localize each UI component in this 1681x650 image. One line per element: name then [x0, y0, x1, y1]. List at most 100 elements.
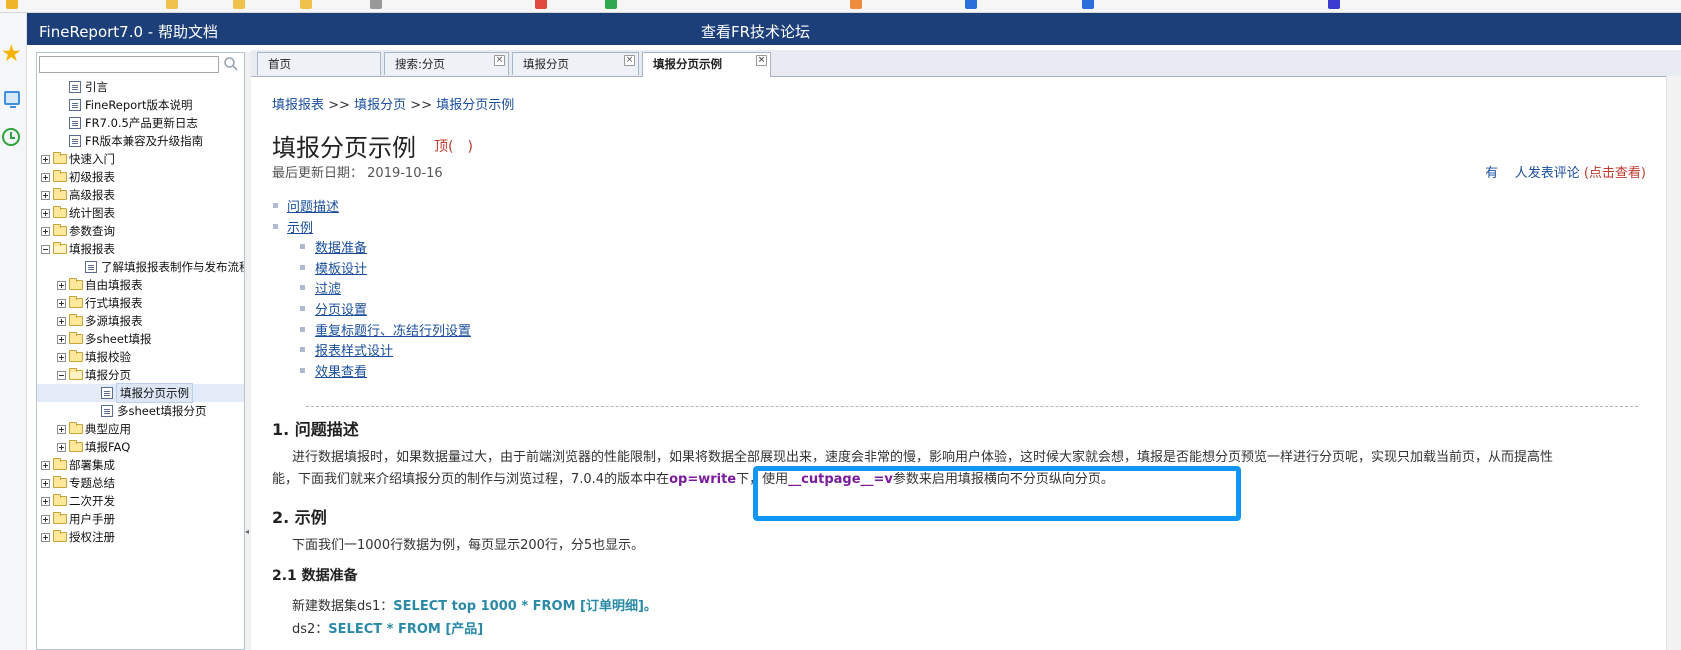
bookmark-icon[interactable]	[6, 0, 20, 9]
breadcrumb-item[interactable]: 填报分页	[354, 98, 406, 113]
expand-icon[interactable]	[41, 209, 50, 218]
tree-item-label: 多源填报表	[85, 314, 143, 328]
star-icon[interactable]: ★	[1, 43, 22, 66]
document-icon	[69, 99, 81, 111]
bookmark-icon[interactable]	[233, 0, 247, 9]
history-clock-icon[interactable]	[2, 128, 20, 146]
bookmark-icon[interactable]	[850, 0, 864, 9]
toc-link[interactable]: 模板设计	[315, 258, 367, 277]
tree-item[interactable]: 典型应用	[37, 420, 244, 438]
tree-item[interactable]: 多sheet填报	[37, 330, 244, 348]
collapse-icon[interactable]	[41, 245, 50, 254]
bookmark-icon[interactable]	[535, 0, 549, 9]
toc-link[interactable]: 问题描述	[287, 196, 339, 215]
article-content: 填报报表 >> 填报分页 >> 填报分页示例 填报分页示例 顶( ) 最后更新日…	[270, 78, 1666, 650]
sidebar-splitter[interactable]: ◂	[245, 52, 251, 650]
bullet-icon	[273, 223, 278, 229]
view-comments-link[interactable]: (点击查看)	[1584, 166, 1646, 181]
tree-item[interactable]: 用户手册	[37, 510, 244, 528]
close-icon[interactable]: ×	[624, 55, 635, 66]
breadcrumb-item[interactable]: 填报分页示例	[436, 98, 514, 113]
tree-item[interactable]: 参数查询	[37, 222, 244, 240]
comment-info: 有 人发表评论 (点击查看)	[1485, 162, 1646, 181]
last-updated: 最后更新日期： 2019-10-16	[272, 162, 443, 181]
tree-item[interactable]: 行式填报表	[37, 294, 244, 312]
tree-item[interactable]: 部署集成	[37, 456, 244, 474]
toc-link[interactable]: 效果查看	[315, 361, 367, 380]
folder-icon	[53, 530, 67, 542]
bookmark-icon[interactable]	[605, 0, 619, 9]
tree-item-label: 授权注册	[69, 530, 115, 544]
expand-icon[interactable]	[41, 191, 50, 200]
expand-icon[interactable]	[57, 335, 66, 344]
expand-icon[interactable]	[41, 497, 50, 506]
tree-item[interactable]: 填报报表	[37, 240, 244, 258]
bookmark-icon[interactable]	[300, 0, 314, 9]
sql-code: SELECT * FROM [产品]	[328, 622, 484, 637]
expand-icon[interactable]	[41, 227, 50, 236]
tab-fill-pagination[interactable]: 填报分页 ×	[512, 52, 639, 75]
search-input[interactable]	[39, 56, 219, 73]
tree-item[interactable]: FR版本兼容及升级指南	[37, 132, 244, 150]
tree-item-label: FR7.0.5产品更新日志	[85, 116, 198, 130]
tree-item[interactable]: 高级报表	[37, 186, 244, 204]
expand-icon[interactable]	[41, 479, 50, 488]
toc-link[interactable]: 过滤	[315, 278, 341, 297]
expand-icon[interactable]	[41, 173, 50, 182]
expand-icon[interactable]	[57, 317, 66, 326]
close-icon[interactable]: ×	[494, 55, 505, 66]
toc-link[interactable]: 示例	[287, 217, 313, 236]
section-heading: 2. 示例	[272, 508, 327, 527]
tree-item[interactable]: 授权注册	[37, 528, 244, 546]
toc-link[interactable]: 分页设置	[315, 299, 367, 318]
tree-item[interactable]: 填报FAQ	[37, 438, 244, 456]
tree-item[interactable]: 引言	[37, 78, 244, 96]
tab-fill-pagination-example[interactable]: 填报分页示例 ×	[642, 52, 771, 77]
toc-link[interactable]: 报表样式设计	[315, 340, 393, 359]
tree-item-label: 统计图表	[69, 206, 115, 220]
tree-item[interactable]: FR7.0.5产品更新日志	[37, 114, 244, 132]
monitor-icon[interactable]	[4, 91, 20, 108]
bookmark-icon[interactable]	[965, 0, 979, 9]
tree-item[interactable]: 填报分页	[37, 366, 244, 384]
expand-icon[interactable]	[57, 299, 66, 308]
upvote-link[interactable]: 顶( )	[434, 136, 473, 156]
tab-home[interactable]: 首页	[257, 52, 381, 75]
collapse-arrow-icon[interactable]: ◂	[245, 527, 249, 536]
tree-item[interactable]: 统计图表	[37, 204, 244, 222]
expand-icon[interactable]	[57, 281, 66, 290]
tree-item[interactable]: 多sheet填报分页	[37, 402, 244, 420]
expand-icon[interactable]	[57, 353, 66, 362]
expand-icon[interactable]	[41, 461, 50, 470]
tree-item[interactable]: 多源填报表	[37, 312, 244, 330]
expand-icon[interactable]	[41, 533, 50, 542]
bookmark-icon[interactable]	[370, 0, 384, 9]
tree-item[interactable]: 填报校验	[37, 348, 244, 366]
expand-icon[interactable]	[41, 515, 50, 524]
expand-icon[interactable]	[57, 443, 66, 452]
search-icon[interactable]	[223, 56, 239, 72]
breadcrumb-item[interactable]: 填报报表	[272, 98, 324, 113]
tree-item[interactable]: 专题总结	[37, 474, 244, 492]
collapse-icon[interactable]	[57, 371, 66, 380]
tree-item[interactable]: 快速入门	[37, 150, 244, 168]
tree-item[interactable]: 自由填报表	[37, 276, 244, 294]
tree-item[interactable]: FineReport版本说明	[37, 96, 244, 114]
forum-link[interactable]: 查看FR技术论坛	[701, 21, 810, 42]
close-icon[interactable]: ×	[756, 55, 767, 66]
bookmark-icon[interactable]	[1328, 0, 1342, 9]
bookmark-icon[interactable]	[1082, 0, 1096, 9]
tree-item[interactable]: 了解填报报表制作与发布流程	[37, 258, 244, 276]
expand-icon[interactable]	[41, 155, 50, 164]
tree-item[interactable]: 填报分页示例	[37, 383, 244, 403]
tree-item-label: 行式填报表	[85, 296, 143, 310]
tab-search-pagination[interactable]: 搜索:分页 ×	[384, 52, 509, 75]
tree-item[interactable]: 二次开发	[37, 492, 244, 510]
expand-icon[interactable]	[57, 425, 66, 434]
toc-link[interactable]: 数据准备	[315, 237, 367, 256]
vertical-scrollbar[interactable]	[1666, 76, 1681, 650]
code-keyword: op=write	[669, 472, 737, 487]
tree-item[interactable]: 初级报表	[37, 168, 244, 186]
toc-link[interactable]: 重复标题行、冻结行列设置	[315, 320, 471, 339]
bookmark-icon[interactable]	[166, 0, 180, 9]
